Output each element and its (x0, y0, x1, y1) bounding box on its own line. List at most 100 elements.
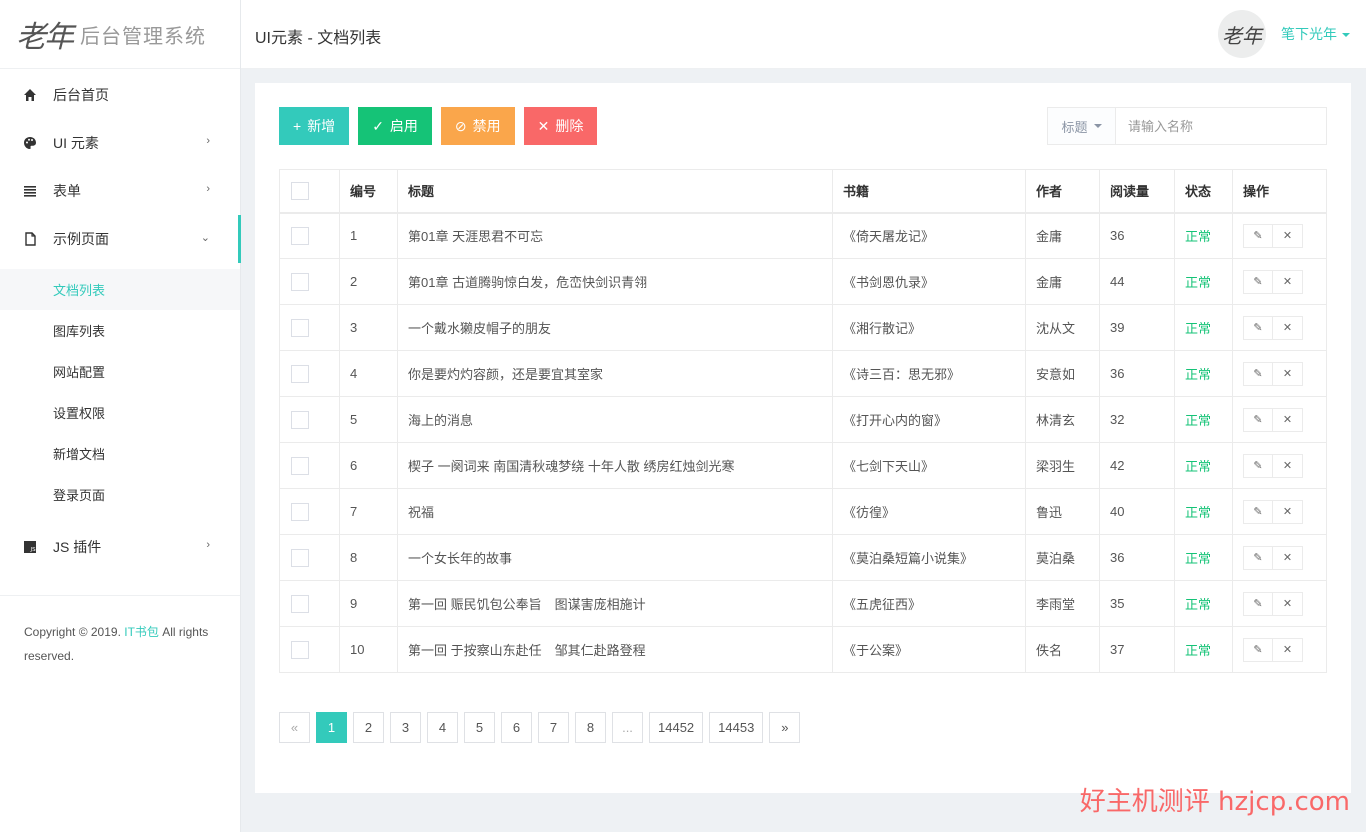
pagination-page[interactable]: 2 (353, 712, 384, 743)
sidebar-item-ui[interactable]: UI 元素 › (0, 119, 240, 167)
remove-button[interactable]: ✕ (1273, 453, 1303, 478)
delete-button[interactable]: ✕ 删除 (523, 107, 598, 145)
remove-button[interactable]: ✕ (1273, 223, 1303, 248)
pencil-icon: ✎ (1253, 552, 1263, 564)
pagination-page[interactable]: 7 (538, 712, 569, 743)
pagination-next[interactable]: » (769, 712, 801, 743)
pencil-icon: ✎ (1253, 414, 1263, 426)
row-checkbox[interactable] (291, 272, 309, 291)
row-checkbox[interactable] (291, 640, 309, 659)
row-reads: 36 (1099, 534, 1175, 581)
row-checkbox[interactable] (291, 410, 309, 429)
edit-button[interactable]: ✎ (1243, 361, 1273, 386)
pagination-page[interactable]: 8 (575, 712, 606, 743)
header-title: 标题 (397, 169, 833, 214)
enable-button[interactable]: ✓ 启用 (358, 107, 432, 145)
add-button[interactable]: + 新增 (279, 107, 350, 145)
pagination-page[interactable]: 1 (316, 712, 347, 743)
pencil-icon: ✎ (1253, 460, 1263, 472)
row-checkbox[interactable] (291, 226, 309, 245)
edit-button[interactable]: ✎ (1243, 499, 1273, 524)
home-icon (22, 87, 38, 103)
table-row: 1 第01章 天涯思君不可忘 《倚天屠龙记》 金庸 36 正常 ✎ ✕ (279, 212, 1327, 259)
row-select-cell (279, 534, 340, 581)
row-id: 7 (339, 488, 398, 535)
pagination-ellipsis[interactable]: ... (612, 712, 643, 743)
disable-button-label: 禁用 (472, 118, 501, 134)
row-select-cell (279, 212, 340, 259)
remove-button[interactable]: ✕ (1273, 545, 1303, 570)
sidebar-item-forms[interactable]: 表单 › (0, 167, 240, 215)
file-icon (22, 231, 38, 247)
pagination-page[interactable]: 6 (501, 712, 532, 743)
sidebar-subitem-permissions[interactable]: 设置权限 (0, 392, 240, 433)
sidebar-item-examples[interactable]: 示例页面 ⌄ (0, 215, 241, 263)
row-author: 梁羽生 (1025, 442, 1100, 489)
sidebar-item-home[interactable]: 后台首页 (0, 71, 240, 119)
watermark: 好主机测评 hzjcp.com (1079, 787, 1350, 817)
row-book: 《莫泊桑短篇小说集》 (832, 534, 1026, 581)
remove-button[interactable]: ✕ (1273, 637, 1303, 662)
sidebar-subitem-login[interactable]: 登录页面 (0, 474, 240, 515)
edit-button[interactable]: ✎ (1243, 407, 1273, 432)
row-actions: ✎ ✕ (1232, 442, 1327, 489)
user-menu[interactable]: 笔下光年 (1281, 24, 1350, 44)
close-icon: ✕ (1282, 276, 1293, 288)
search-input[interactable] (1116, 108, 1326, 144)
avatar[interactable]: 老年 (1218, 10, 1266, 58)
row-book: 《湘行散记》 (832, 304, 1026, 351)
remove-button[interactable]: ✕ (1273, 315, 1303, 340)
edit-button[interactable]: ✎ (1243, 591, 1273, 616)
sidebar-subitem-doc-list[interactable]: 文档列表 (0, 269, 240, 310)
pagination-page[interactable]: 14453 (709, 712, 764, 743)
pagination-page[interactable]: 3 (390, 712, 421, 743)
table-row: 4 你是要灼灼容颜，还是要宜其室家 《诗三百：思无邪》 安意如 36 正常 ✎ ✕ (279, 350, 1327, 397)
row-actions: ✎ ✕ (1232, 488, 1327, 535)
row-checkbox[interactable] (291, 456, 309, 475)
remove-button[interactable]: ✕ (1273, 499, 1303, 524)
remove-button[interactable]: ✕ (1273, 361, 1303, 386)
row-checkbox[interactable] (291, 364, 309, 383)
ban-icon: ⊘ (454, 117, 467, 134)
row-author: 金庸 (1025, 258, 1100, 305)
row-author: 李雨堂 (1025, 580, 1100, 627)
row-author: 莫泊桑 (1025, 534, 1100, 581)
edit-button[interactable]: ✎ (1243, 453, 1273, 478)
row-status: 正常 (1174, 304, 1233, 351)
disable-button[interactable]: ⊘ 禁用 (440, 107, 515, 145)
select-all-checkbox[interactable] (291, 181, 309, 200)
row-actions: ✎ ✕ (1232, 350, 1327, 397)
pagination-page[interactable]: 4 (427, 712, 458, 743)
row-checkbox[interactable] (291, 594, 309, 613)
remove-button[interactable]: ✕ (1273, 269, 1303, 294)
sidebar-subitem-new-doc[interactable]: 新增文档 (0, 433, 240, 474)
row-checkbox[interactable] (291, 502, 309, 521)
pagination-page[interactable]: 5 (464, 712, 495, 743)
sidebar-subitem-gallery[interactable]: 图库列表 (0, 310, 240, 351)
copyright-link[interactable]: IT书包 (124, 625, 159, 639)
remove-button[interactable]: ✕ (1273, 407, 1303, 432)
pagination-page[interactable]: 14452 (649, 712, 704, 743)
row-select-cell (279, 626, 340, 673)
chevron-right-icon: › (206, 135, 210, 147)
row-checkbox[interactable] (291, 318, 309, 337)
sidebar-item-js[interactable]: JS JS 插件 › (0, 523, 240, 571)
row-status: 正常 (1174, 350, 1233, 397)
search-field-label: 标题 (1061, 119, 1088, 135)
edit-button[interactable]: ✎ (1243, 315, 1273, 340)
sidebar-subitem-site-config[interactable]: 网站配置 (0, 351, 240, 392)
edit-button[interactable]: ✎ (1243, 637, 1273, 662)
pagination-prev[interactable]: « (279, 712, 310, 743)
pencil-icon: ✎ (1253, 230, 1263, 243)
edit-button[interactable]: ✎ (1243, 223, 1273, 248)
row-checkbox[interactable] (291, 548, 309, 567)
table-body: 1 第01章 天涯思君不可忘 《倚天屠龙记》 金庸 36 正常 ✎ ✕ 2 第01章 古道腾驹惊白… (279, 212, 1327, 673)
edit-button[interactable]: ✎ (1243, 269, 1273, 294)
svg-text:JS: JS (30, 547, 37, 553)
search-field-select[interactable]: 标题 (1048, 108, 1116, 144)
remove-button[interactable]: ✕ (1273, 591, 1303, 616)
logo[interactable]: 老年 后台管理系统 (0, 0, 240, 69)
edit-button[interactable]: ✎ (1243, 545, 1273, 570)
row-title: 祝福 (397, 488, 833, 535)
content-card: + 新增 ✓ 启用 ⊘ 禁用 ✕ 删除 标题 编号 标题 书籍 作者 (255, 83, 1351, 793)
